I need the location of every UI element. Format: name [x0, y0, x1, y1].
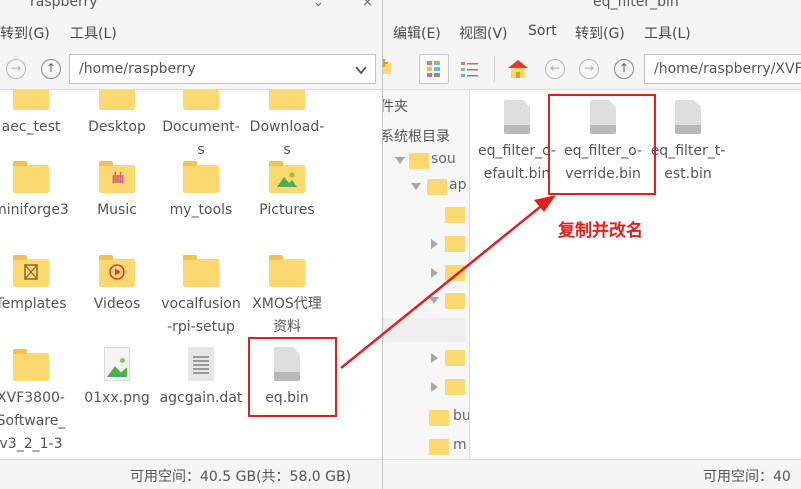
annotation-arrow	[340, 195, 556, 369]
annotation-label: 复制并改名	[558, 221, 643, 241]
arrow-line	[340, 202, 546, 369]
